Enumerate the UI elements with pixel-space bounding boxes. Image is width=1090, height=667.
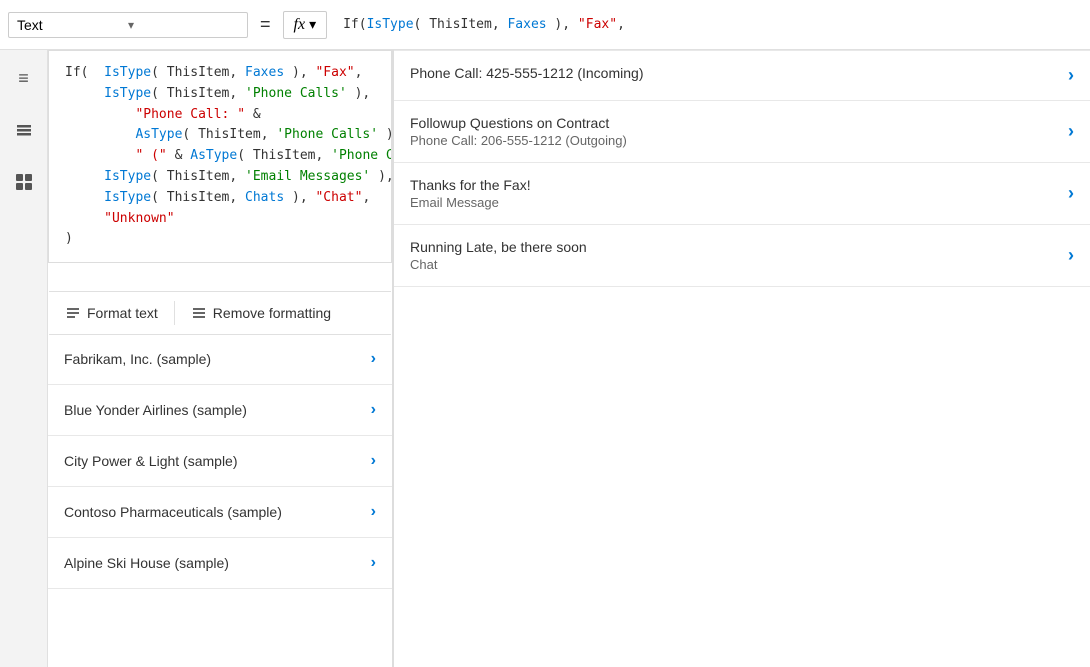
right-list-item[interactable]: Thanks for the Fax! Email Message › (394, 163, 1090, 225)
remove-formatting-button[interactable]: Remove formatting (175, 292, 347, 334)
grid-icon[interactable] (8, 166, 40, 198)
list-item[interactable]: Fabrikam, Inc. (sample) › (48, 334, 392, 385)
list-item[interactable]: Blue Yonder Airlines (sample) › (48, 385, 392, 436)
format-toolbar: Format text Remove formatting (49, 291, 391, 335)
main-layout: ≡ If( IsType( ThisItem, Faxes ), "Fax", … (0, 50, 1090, 667)
code-overlay: If( IsType( ThisItem, Faxes ), "Fax", Is… (48, 50, 392, 263)
fx-symbol: fx (294, 16, 306, 34)
formula-preview[interactable]: If(IsType( ThisItem, Faxes ), "Fax", (335, 17, 1082, 32)
right-panel: Phone Call: 425-555-1212 (Incoming) › Fo… (393, 50, 1090, 667)
format-text-icon (65, 305, 81, 321)
format-text-label: Format text (87, 305, 158, 321)
remove-formatting-label: Remove formatting (213, 305, 331, 321)
right-list-item[interactable]: Running Late, be there soon Chat › (394, 225, 1090, 287)
hamburger-menu-icon[interactable]: ≡ (8, 62, 40, 94)
list-item[interactable]: Alpine Ski House (sample) › (48, 538, 392, 589)
left-panel: If( IsType( ThisItem, Faxes ), "Fax", Is… (48, 50, 393, 667)
top-bar: Text ▾ = fx ▾ If(IsType( ThisItem, Faxes… (0, 0, 1090, 50)
format-text-button[interactable]: Format text (49, 292, 174, 334)
layers-icon[interactable] (8, 114, 40, 146)
field-selector[interactable]: Text ▾ (8, 12, 248, 38)
list-item[interactable]: City Power & Light (sample) › (48, 436, 392, 487)
list-item[interactable]: Contoso Pharmaceuticals (sample) › (48, 487, 392, 538)
fx-chevron: ▾ (309, 16, 316, 33)
list-items-container: Fabrikam, Inc. (sample) › Blue Yonder Ai… (48, 334, 392, 589)
remove-formatting-icon (191, 305, 207, 321)
sidebar-icons: ≡ (0, 50, 48, 667)
right-list-item[interactable]: Phone Call: 425-555-1212 (Incoming) › (394, 50, 1090, 101)
fx-button[interactable]: fx ▾ (283, 11, 328, 39)
code-content[interactable]: If( IsType( ThisItem, Faxes ), "Fax", Is… (49, 51, 391, 262)
field-selector-chevron: ▾ (128, 18, 239, 32)
field-selector-label: Text (17, 17, 128, 33)
equals-sign: = (256, 14, 275, 35)
right-list-item[interactable]: Followup Questions on Contract Phone Cal… (394, 101, 1090, 163)
